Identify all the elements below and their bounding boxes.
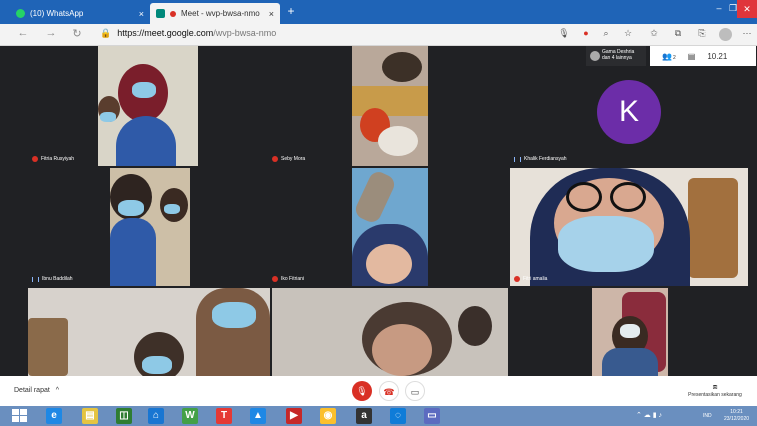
- video-feed: [110, 168, 190, 286]
- close-icon[interactable]: ×: [139, 9, 144, 19]
- participant-name-label: Iko Fitriani: [272, 276, 304, 282]
- tab-meet[interactable]: Meet - wvp-bwsa-nmo ×: [150, 3, 280, 24]
- speaking-indicator-icon: [514, 156, 521, 162]
- participant-edge-label: Kedi: [738, 56, 747, 61]
- hang-up-icon: ☎: [383, 387, 395, 397]
- window-close-button[interactable]: ✕: [737, 0, 757, 18]
- taskbar-app-icon[interactable]: ◫: [116, 408, 132, 424]
- new-tab-button[interactable]: +: [284, 4, 298, 18]
- taskbar-app-icon[interactable]: W: [182, 408, 198, 424]
- speaking-indicator-icon: [32, 276, 39, 282]
- more-menu-icon[interactable]: ⋯: [741, 28, 753, 39]
- participant-tile[interactable]: Fitria Rusyiyah: [28, 46, 198, 166]
- taskbar-app-icon[interactable]: ▤: [82, 408, 98, 424]
- mic-off-icon: 🎙: [356, 386, 368, 396]
- windows-taskbar: e ▤ ◫ ⌂ W T ▲ ▶ ◉ a ◌ ▭ ⌃ ☁ ▮ ♪ IND 10:21 23/12/202…: [0, 406, 757, 426]
- video-feed: [272, 288, 508, 376]
- taskbar-app-icon[interactable]: ◉: [320, 408, 336, 424]
- present-now-button[interactable]: ⧈ Presentasikan sekarang: [680, 382, 750, 398]
- participant-name-label: Seby Mora: [272, 156, 305, 162]
- participant-name-label: Khalik Ferdiansyah: [514, 156, 567, 162]
- url-domain: https://meet.google.com: [117, 28, 214, 38]
- taskbar-app-icon[interactable]: ▶: [286, 408, 302, 424]
- mic-toggle-button[interactable]: 🎙: [352, 381, 372, 401]
- tab-label: (10) WhatsApp: [30, 9, 84, 18]
- address-bar[interactable]: 🔒 https://meet.google.com/wvp-bwsa-nmo: [100, 28, 276, 39]
- collections-icon[interactable]: ⧉: [672, 28, 684, 39]
- participant-name-label: Fitria Rusyiyah: [32, 156, 74, 162]
- taskbar-app-icon[interactable]: ▭: [424, 408, 440, 424]
- mic-off-icon: [514, 276, 520, 282]
- browser-toolbar: ← → ↻ 🔒 https://meet.google.com/wvp-bwsa-…: [0, 24, 757, 46]
- favorites-bar-icon[interactable]: ✩: [648, 28, 660, 39]
- zoom-icon[interactable]: ⌕: [600, 28, 612, 39]
- participant-tile[interactable]: Ibnu Baddilah: [28, 168, 190, 286]
- url-path: /wvp-bwsa-nmo: [213, 28, 277, 38]
- meet-control-bar: Detail rapat ^ 🎙 ☎ ▭ ⧈ Presentasikan sek…: [0, 376, 757, 406]
- screen: (10) WhatsApp × Meet - wvp-bwsa-nmo × + …: [0, 0, 757, 426]
- taskbar-app-icon[interactable]: a: [356, 408, 372, 424]
- video-feed: [98, 46, 198, 166]
- whatsapp-icon: [16, 9, 25, 18]
- video-feed: [352, 168, 428, 286]
- video-feed: [510, 168, 748, 286]
- video-feed: [592, 288, 668, 376]
- camera-icon: ▭: [410, 387, 420, 397]
- taskbar-clock[interactable]: 10:21 23/12/2020: [724, 409, 749, 423]
- meeting-details-button[interactable]: Detail rapat ^: [14, 387, 59, 394]
- favorite-star-icon[interactable]: ☆: [622, 28, 634, 39]
- windows-start-button[interactable]: [12, 409, 28, 423]
- participant-tile[interactable]: Khalik Ferdiansyah: [430, 46, 608, 166]
- participant-name-label: Fitri amalia: [514, 276, 547, 282]
- profile-avatar[interactable]: [719, 28, 732, 41]
- participant-tile[interactable]: Seby Mora: [268, 46, 350, 166]
- taskbar-app-icon[interactable]: ⌂: [148, 408, 164, 424]
- participant-avatar: K: [597, 80, 661, 144]
- browser-tab-strip: (10) WhatsApp × Meet - wvp-bwsa-nmo × + …: [0, 0, 757, 24]
- taskbar-app-icon[interactable]: T: [216, 408, 232, 424]
- people-icon[interactable]: 👥2: [662, 52, 676, 61]
- tab-whatsapp[interactable]: (10) WhatsApp ×: [10, 3, 150, 24]
- present-screen-icon: ⧈: [712, 382, 718, 391]
- tray-icons[interactable]: ⌃ ☁ ▮ ♪: [636, 411, 662, 419]
- tab-label: Meet - wvp-bwsa-nmo: [181, 9, 260, 18]
- mic-off-icon: [272, 276, 278, 282]
- back-arrow-icon[interactable]: ←: [16, 27, 30, 39]
- language-indicator[interactable]: IND: [703, 413, 712, 419]
- share-icon[interactable]: ⎘: [696, 28, 708, 39]
- meet-info-bar: Gama Deshria dan 4 lainnya 👥2 ▤ 10.21: [586, 46, 756, 66]
- avatar: [590, 51, 600, 61]
- camera-blocked-icon[interactable]: ●: [580, 28, 592, 38]
- forward-arrow-icon[interactable]: →: [44, 27, 58, 39]
- meet-icon: [156, 9, 165, 18]
- participant-chip[interactable]: Gama Deshria dan 4 lainnya: [586, 46, 646, 66]
- participant-tile[interactable]: [272, 288, 508, 376]
- participant-name-label: Ibnu Baddilah: [32, 276, 73, 282]
- participant-tile[interactable]: [28, 288, 270, 376]
- refresh-icon[interactable]: ↻: [70, 27, 84, 40]
- participant-tile[interactable]: [510, 288, 590, 376]
- participant-tile[interactable]: [352, 46, 428, 166]
- taskbar-app-icon[interactable]: ◌: [390, 408, 406, 424]
- video-feed: [28, 288, 270, 376]
- taskbar-app-icon[interactable]: ▲: [250, 408, 266, 424]
- leave-call-button[interactable]: ☎: [379, 381, 399, 401]
- participant-tile[interactable]: [352, 168, 428, 286]
- recording-dot-icon: [170, 10, 176, 17]
- participant-tile[interactable]: [592, 288, 668, 376]
- meeting-clock: 10.21: [707, 51, 728, 61]
- chat-icon[interactable]: ▤: [688, 52, 696, 61]
- participant-tile[interactable]: Fitri amalia: [510, 168, 748, 286]
- taskbar-app-icon[interactable]: e: [46, 408, 62, 424]
- video-feed: [352, 46, 428, 166]
- lock-icon: 🔒: [100, 28, 112, 38]
- chevron-up-icon: ^: [55, 387, 60, 394]
- close-icon[interactable]: ×: [269, 9, 274, 19]
- camera-toggle-button[interactable]: ▭: [405, 381, 425, 401]
- mic-off-icon: [272, 156, 278, 162]
- microphone-icon[interactable]: 🎙: [558, 28, 570, 39]
- minimize-button[interactable]: –: [712, 3, 726, 13]
- mic-off-icon: [32, 156, 38, 162]
- participant-tile[interactable]: Iko Fitriani: [268, 168, 350, 286]
